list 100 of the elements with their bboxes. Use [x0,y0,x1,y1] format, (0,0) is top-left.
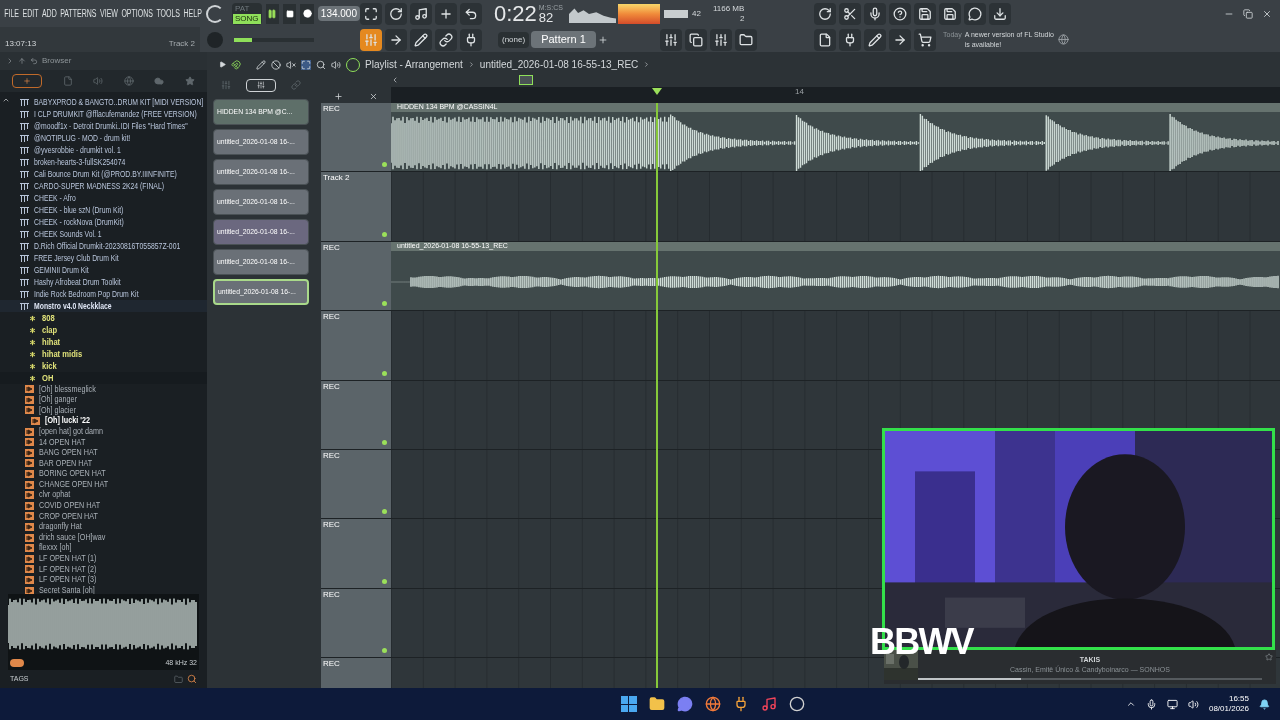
favorite-icon[interactable] [1265,653,1273,661]
snap-button[interactable] [360,28,382,51]
track-header[interactable]: Track 2 [321,172,391,241]
browser-folder[interactable]: @NOTIPLUG - MOD - drum kit! [0,132,207,144]
plugin-button[interactable] [839,28,861,51]
browser-icon[interactable] [704,696,721,712]
help-button[interactable] [889,2,911,25]
browser-file[interactable]: flexxx [oh] [0,542,207,554]
browser-category[interactable]: 808 [0,312,207,324]
tray-icon[interactable] [1125,699,1136,709]
browser-file[interactable]: CHANGE OPEN HAT [0,479,207,490]
browser-folder[interactable]: FREE Jersey Club Drum Kit [0,252,207,264]
track-header[interactable]: REC [321,241,391,311]
browser-category[interactable]: hihat [0,336,207,348]
browser-file[interactable]: Secret Santa [oh] [0,585,207,594]
pattern-clip[interactable]: untitled_2026-01-08 16-... [213,159,309,185]
scroll-left-icon[interactable] [391,76,399,84]
link-button[interactable] [435,28,457,51]
browser-file[interactable]: dragonfly Hat [0,521,207,533]
cut-button[interactable] [839,2,861,25]
plug-button[interactable] [460,28,482,51]
browser-file[interactable]: clvr ophat [0,489,207,501]
browser-file[interactable]: [Oh] lucki '22 [0,415,207,427]
pattern-clip[interactable]: untitled_2026-01-08 16-... [213,219,309,245]
loop-record-button[interactable] [460,2,482,25]
browser-folder[interactable]: CHEEK Sounds Vol. 1 [0,228,207,240]
master-pitch-slider[interactable] [234,37,314,42]
file-button[interactable] [814,28,836,51]
magnet-icon[interactable] [231,59,241,70]
browser-file[interactable]: [Oh] blessmeglick [0,384,207,395]
app-icon[interactable] [788,696,805,712]
browser-file[interactable]: COVID OPEN HAT [0,500,207,512]
stop-button[interactable] [283,3,297,24]
browser-folder[interactable]: Monstro v4.0 Neckklace [0,300,207,312]
browser-file[interactable]: BORING OPEN HAT [0,468,207,480]
pattern-clip[interactable]: HIDDEN 134 BPM @C... [213,99,309,125]
browser-file[interactable]: 14 OPEN HAT [0,436,207,448]
cart-button[interactable] [914,28,936,51]
track-header[interactable]: REC [321,519,391,588]
browser-folder[interactable]: @moodf1x - Detroit Drumki..IDI Files "Hard Times" [0,120,207,132]
save-button[interactable] [914,2,936,25]
browser-folder[interactable]: CHEEK - blue szN (Drum Kit) [0,204,207,216]
browser-folder[interactable]: GEMINII Drum Kit [0,264,207,276]
browser-file[interactable]: LF OPEN HAT (2) [0,564,207,575]
track-header[interactable]: REC [321,588,391,658]
track-header[interactable]: REC [321,658,391,688]
browser-category[interactable]: hihat midis [0,348,207,360]
menu-item[interactable]: TOOLS [156,6,181,21]
start-icon[interactable] [620,696,637,712]
browser-file[interactable]: LF OPEN HAT (1) [0,553,207,565]
collapse-icon[interactable] [6,57,14,65]
menu-item[interactable]: OPTIONS [121,6,153,21]
music-icon[interactable] [760,696,777,712]
browser-category[interactable]: clap [0,324,207,336]
mode-toggle[interactable]: SONG [233,13,261,24]
browser-file[interactable]: drich sauce [OH]wav [0,532,207,543]
chat-icon[interactable] [676,696,693,712]
back-icon[interactable] [30,57,38,65]
star-icon[interactable] [184,76,195,86]
track-header[interactable]: REC [321,103,391,172]
restore-icon[interactable] [1243,8,1253,19]
download-button[interactable] [989,2,1011,25]
menu-item[interactable]: HELP [183,6,202,21]
notification-icon[interactable] [1259,698,1270,710]
delete-icon[interactable] [369,92,378,101]
undo-button[interactable] [814,2,836,25]
browser-button[interactable] [735,28,757,51]
wait-button[interactable] [385,2,407,25]
pencil-button[interactable] [410,28,432,51]
microphone-button[interactable] [864,2,886,25]
mute-icon[interactable] [286,59,296,70]
mixer-button[interactable] [710,28,732,51]
menu-item[interactable]: EDIT [22,6,39,21]
browser-category[interactable]: kick [0,360,207,372]
mute-tool-icon[interactable] [271,59,281,70]
pattern-selector[interactable]: Pattern 1 [531,31,596,48]
browser-folder[interactable]: broken-hearts-3-fullSK254074 [0,156,207,168]
snap-dropdown[interactable]: (none) [498,31,530,48]
network-icon[interactable] [1166,698,1178,710]
browser-file[interactable]: BAR OPEN HAT [0,458,207,469]
pencil-icon[interactable] [256,59,266,70]
play-preview-button[interactable] [10,659,24,667]
pattern-clip[interactable]: untitled_2026-01-08 16-... [213,189,309,215]
zoom-icon[interactable] [316,59,326,70]
browser-folder[interactable]: Cali Bounce Drum Kit (@PROD.BY.IIINFINITE) [0,168,207,180]
microphone-icon[interactable] [1145,698,1157,710]
playback-icon[interactable] [331,59,341,70]
browser-file[interactable]: BANG OPEN HAT [0,447,207,459]
save-as-button[interactable] [939,2,961,25]
browser-file[interactable]: LF OPEN HAT (3) [0,574,207,586]
menu-item[interactable]: ADD [41,6,57,21]
cloud-icon[interactable] [154,76,165,86]
browser-folder[interactable]: I CLP DRUMKIT @fflacufernandez (FREE VERSION) [0,108,207,120]
browser-file[interactable]: CROP OPEN HAT [0,511,207,522]
pattern-clip[interactable]: untitled_2026-01-08 16-... [213,249,309,275]
browser-folder[interactable]: BABYXPROD & BANGTO..DRUM KIT [MIDI VERSION] [0,96,207,108]
browser-folder[interactable]: Indie Rock Bedroom Pop Drum Kit [0,288,207,300]
chat-button[interactable] [964,2,986,25]
track-header[interactable]: REC [321,311,391,380]
up-icon[interactable] [18,57,26,65]
